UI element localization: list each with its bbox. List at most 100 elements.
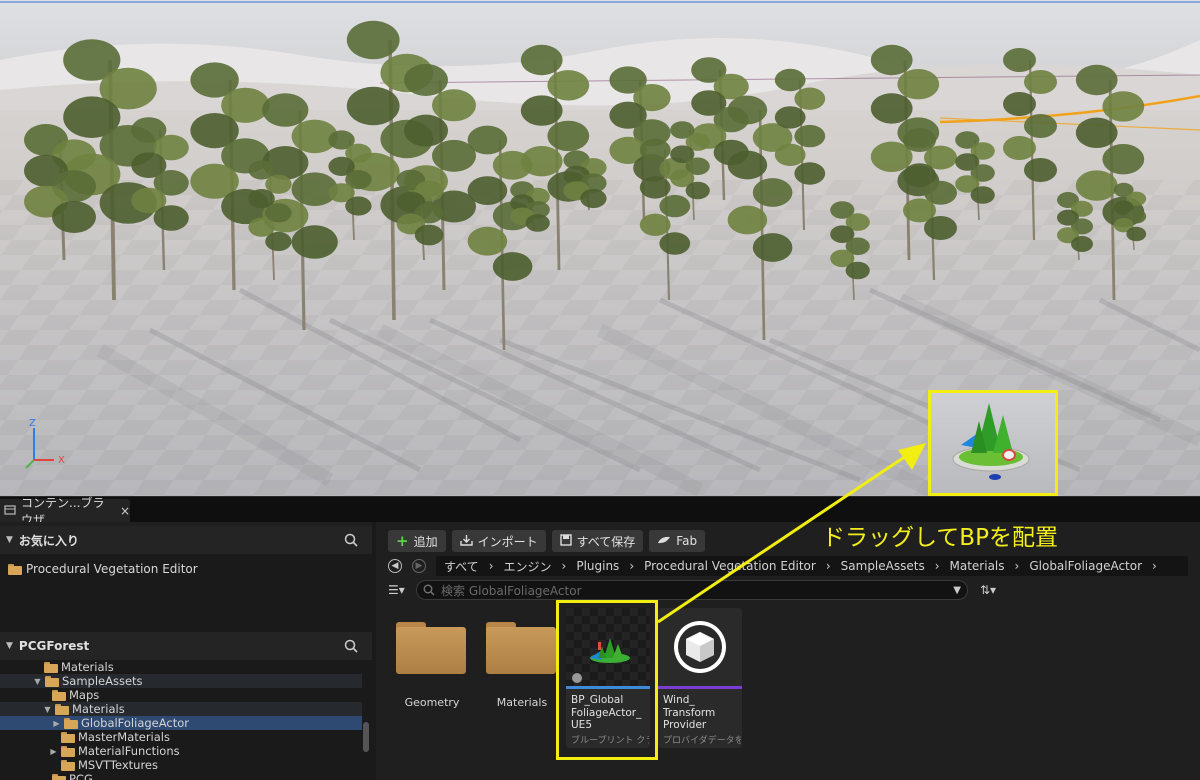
tree-foliage — [794, 87, 826, 110]
asset-tile-wind-provider[interactable]: Wind_ Transform Provider プロバイダデータを... — [658, 608, 742, 748]
collapsed-arrow-icon[interactable]: ▶ — [49, 747, 58, 756]
filter-row: ☰▾ 検索 GlobalFoliageActor ▼ ⇅▾ — [388, 580, 1188, 600]
folder-icon — [52, 773, 66, 780]
tree-item[interactable]: Materials — [44, 660, 114, 674]
tree-foliage — [774, 143, 806, 166]
folder-icon — [396, 622, 466, 674]
tree-foliage — [520, 146, 563, 177]
tree-item-label: SampleAssets — [62, 674, 143, 688]
tree-foliage — [262, 93, 309, 127]
tree-foliage — [547, 120, 590, 152]
search-icon[interactable] — [344, 639, 358, 653]
folder-tile-label: Materials — [496, 696, 548, 709]
import-icon — [459, 534, 473, 549]
tree-foliage — [547, 70, 590, 101]
asset-type-bar — [658, 686, 742, 689]
folder-icon — [44, 661, 58, 673]
tree-foliage — [1075, 117, 1118, 148]
chevron-right-icon[interactable]: › — [935, 559, 940, 573]
tree-scrollbar[interactable] — [363, 722, 369, 752]
sort-icon[interactable]: ⇅▾ — [980, 583, 996, 597]
gizmo-z-label: Z — [29, 418, 36, 429]
breadcrumb-item[interactable]: エンジン — [504, 558, 552, 575]
tree-foliage — [580, 188, 607, 209]
tree-foliage — [845, 261, 870, 280]
favorite-item[interactable]: Procedural Vegetation Editor — [8, 562, 198, 576]
search-icon — [423, 584, 435, 596]
folder-tile-label: Geometry — [404, 696, 460, 709]
tree-foliage — [752, 178, 793, 207]
asset-highlight-box — [556, 600, 658, 760]
tree-foliage — [970, 186, 995, 204]
tab-content-browser[interactable]: コンテン...ブラウザ × — [0, 496, 130, 527]
placed-actor-highlight[interactable] — [928, 390, 1058, 496]
gizmo-x-label: X — [58, 455, 65, 466]
tree-item-label: MSVTTextures — [78, 758, 159, 772]
favorite-item-label: Procedural Vegetation Editor — [26, 562, 198, 576]
tree-foliage — [897, 69, 940, 100]
tree-foliage — [404, 64, 448, 96]
folder-tile[interactable]: Materials — [480, 608, 564, 748]
search-icon[interactable] — [344, 533, 358, 547]
data-asset-thumbnail — [658, 608, 742, 686]
level-viewport[interactable]: Z X — [0, 0, 1200, 496]
back-arrow-icon[interactable]: ◀ — [388, 559, 402, 573]
tree-foliage — [752, 233, 793, 262]
asset-card: Wind_ Transform Provider プロバイダデータを... — [658, 608, 742, 748]
breadcrumb-item[interactable]: Materials — [950, 559, 1005, 573]
breadcrumb-item[interactable]: GlobalFoliageActor — [1029, 559, 1142, 573]
chevron-down-icon[interactable]: ▼ — [953, 585, 961, 596]
expanded-arrow-icon[interactable]: ▼ — [33, 677, 42, 686]
forward-arrow-icon[interactable]: ▶ — [412, 559, 426, 573]
chevron-right-icon[interactable]: › — [1015, 559, 1020, 573]
tree-item[interactable]: MSVTTextures — [61, 758, 158, 772]
import-button[interactable]: インポート — [451, 530, 546, 552]
asset-type: プロバイダデータを... — [663, 736, 741, 746]
expanded-arrow-icon[interactable]: ▼ — [43, 705, 52, 714]
tree-item[interactable]: PCG — [52, 772, 93, 780]
collapse-icon[interactable]: ▼ — [6, 641, 13, 651]
collapsed-arrow-icon[interactable]: ▶ — [52, 719, 61, 728]
folder-tile[interactable]: Geometry — [390, 608, 474, 748]
breadcrumb-item[interactable]: すべて — [444, 558, 479, 575]
tree-foliage — [659, 232, 691, 255]
folder-icon — [64, 717, 78, 729]
tab-close-icon[interactable]: × — [120, 504, 130, 518]
folder-open-icon — [45, 675, 59, 687]
tree-item[interactable]: MasterMaterials — [61, 730, 170, 744]
tree-item[interactable]: Maps — [52, 688, 99, 702]
tree-foliage — [346, 86, 400, 126]
tree-foliage — [1003, 92, 1036, 116]
tree-foliage — [1075, 170, 1118, 201]
tree-item[interactable]: ▶ MaterialFunctions — [49, 744, 179, 758]
tree-item-label: PCG — [69, 772, 93, 780]
folder-icon — [8, 563, 22, 575]
chevron-right-icon[interactable]: › — [489, 559, 494, 573]
tree-item-label: MasterMaterials — [78, 730, 170, 744]
axis-gizmo: Z X — [24, 416, 84, 472]
breadcrumb-item[interactable]: Plugins — [576, 559, 619, 573]
chevron-right-icon[interactable]: › — [629, 559, 634, 573]
tree-item[interactable]: ▼ Materials — [0, 702, 362, 716]
tree-foliage — [291, 225, 338, 259]
collapse-icon[interactable]: ▼ — [6, 535, 13, 545]
chevron-right-icon[interactable]: › — [562, 559, 567, 573]
chevron-right-icon[interactable]: › — [1152, 559, 1157, 573]
add-button[interactable]: + 追加 — [388, 530, 446, 552]
tree-foliage — [659, 194, 691, 218]
favorites-header[interactable]: ▼ お気に入り — [0, 526, 372, 554]
save-all-button[interactable]: すべて保存 — [551, 530, 644, 552]
filter-icon[interactable]: ☰▾ — [388, 583, 416, 597]
search-input[interactable]: 検索 GlobalFoliageActor ▼ — [416, 580, 968, 600]
breadcrumb-item[interactable]: SampleAssets — [841, 559, 925, 573]
tree-item[interactable]: ▼ SampleAssets — [0, 674, 362, 688]
chevron-right-icon[interactable]: › — [826, 559, 831, 573]
fab-button[interactable]: Fab — [649, 530, 706, 552]
breadcrumb-item[interactable]: Procedural Vegetation Editor — [644, 559, 816, 573]
tree-foliage — [520, 44, 563, 76]
tree-item-selected[interactable]: ▶ GlobalFoliageActor — [0, 716, 362, 730]
tree-foliage — [52, 201, 96, 233]
tree-foliage — [1024, 114, 1057, 138]
project-header[interactable]: ▼ PCGForest — [0, 632, 372, 660]
tree-foliage — [265, 231, 292, 252]
